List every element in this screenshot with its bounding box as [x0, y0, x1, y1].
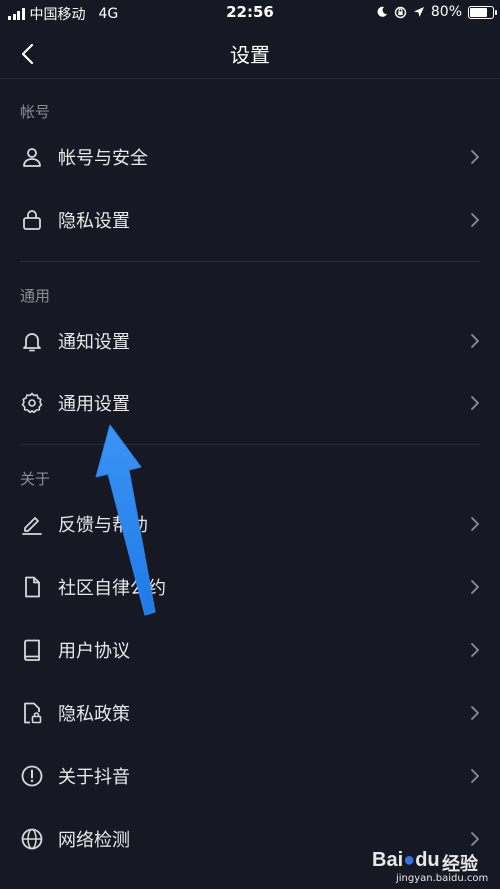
baidu-jingyan-watermark: Bai●du 经验 jingyan.baidu.com	[372, 849, 492, 884]
bell-icon	[23, 333, 41, 352]
rotation-lock-icon	[394, 6, 407, 18]
section-divider	[20, 261, 480, 262]
settings-row-privacy-settings[interactable]: 隐私设置	[0, 189, 500, 251]
page-title: 设置	[230, 43, 270, 67]
watermark-url: jingyan.baidu.com	[396, 873, 489, 884]
chevron-right-icon	[471, 213, 479, 227]
lock-icon	[23, 210, 41, 230]
chevron-right-icon	[471, 832, 479, 846]
chevron-right-icon	[471, 706, 479, 720]
row-label: 用户协议	[58, 641, 130, 662]
document-icon	[25, 576, 40, 598]
settings-row-general-settings[interactable]: 通用设置	[0, 372, 500, 434]
section-divider	[20, 444, 480, 445]
battery-percent: 80%	[430, 4, 462, 20]
section-label-about: 关于	[20, 470, 51, 488]
row-label: 网络检测	[58, 830, 130, 851]
watermark-logo: Bai●du	[372, 849, 440, 871]
settings-row-notification-settings[interactable]: 通知设置	[0, 310, 500, 372]
settings-row-privacy-policy[interactable]: 隐私政策	[0, 682, 500, 744]
location-icon	[413, 7, 424, 17]
chevron-right-icon	[471, 580, 479, 594]
book-icon	[24, 639, 40, 661]
user-icon	[23, 148, 41, 167]
settings-row-account-security[interactable]: 帐号与安全	[0, 126, 500, 188]
row-label: 通用设置	[58, 394, 130, 415]
globe-icon	[21, 828, 43, 850]
chevron-right-icon	[471, 769, 479, 783]
row-label: 社区自律公约	[58, 578, 166, 599]
battery-icon	[468, 5, 497, 19]
chevron-right-icon	[471, 150, 479, 164]
row-label: 隐私政策	[58, 704, 130, 725]
moon-icon	[377, 6, 387, 17]
chevron-right-icon	[471, 643, 479, 657]
settings-row-user-agreement[interactable]: 用户协议	[0, 619, 500, 681]
settings-row-community-guidelines[interactable]: 社区自律公约	[0, 556, 500, 618]
row-label: 反馈与帮助	[58, 515, 148, 536]
settings-row-feedback-help[interactable]: 反馈与帮助	[0, 493, 500, 555]
row-label: 隐私设置	[58, 211, 130, 232]
section-label-general: 通用	[20, 287, 51, 305]
gear-icon	[21, 392, 43, 414]
row-label: 帐号与安全	[58, 148, 148, 169]
edit-icon	[22, 517, 42, 535]
row-label: 通知设置	[58, 332, 130, 353]
info-icon	[21, 765, 43, 787]
status-bar: 中国移动 4G 22:56 80%	[0, 0, 500, 26]
chevron-right-icon	[471, 334, 479, 348]
row-label: 关于抖音	[58, 767, 130, 788]
status-right: 80%	[376, 4, 497, 20]
chevron-right-icon	[471, 517, 479, 531]
settings-row-about-douyin[interactable]: 关于抖音	[0, 745, 500, 807]
nav-bar: 设置	[0, 26, 500, 79]
private-document-icon	[24, 702, 42, 724]
section-label-account: 帐号	[20, 103, 51, 121]
chevron-right-icon	[471, 396, 479, 410]
